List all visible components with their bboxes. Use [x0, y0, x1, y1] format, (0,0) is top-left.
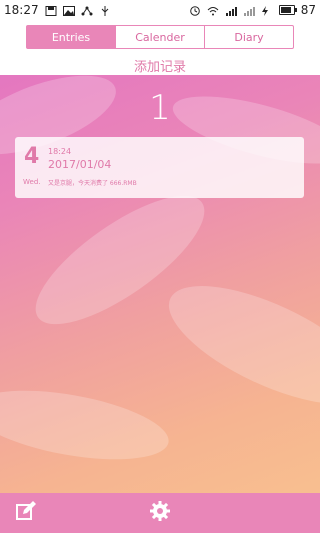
add-record-button[interactable]: 添加记录 — [0, 56, 320, 75]
entry-date: 2017/01/04 — [48, 158, 112, 171]
entries-count: 1 — [149, 88, 171, 128]
settings-button[interactable] — [148, 501, 172, 525]
alarm-icon — [189, 5, 201, 16]
image-icon — [62, 5, 75, 16]
tab-entries[interactable]: Entries — [27, 26, 116, 48]
status-bar: 18:27 87 — [0, 0, 320, 20]
share-icon — [81, 5, 93, 16]
edit-button[interactable] — [14, 501, 38, 525]
entry-day: 4 — [24, 144, 40, 169]
save-icon — [45, 5, 57, 16]
signal-icon-2 — [243, 5, 255, 16]
edit-icon — [15, 500, 37, 526]
battery-icon — [278, 5, 297, 15]
status-bar-left: 18:27 — [4, 3, 111, 17]
tab-calender[interactable]: Calender — [116, 26, 205, 48]
charging-icon — [261, 5, 273, 16]
entry-note: 又是京腿，今天消费了 666.RMB — [48, 180, 137, 187]
entry-card[interactable]: 4 18:24 2017/01/04 Wed. 又是京腿，今天消费了 666.R… — [15, 137, 304, 198]
entry-time: 18:24 — [48, 147, 72, 156]
wifi-icon — [207, 5, 219, 16]
battery-percent: 87 — [300, 3, 316, 17]
bottom-bar — [0, 493, 320, 533]
feather-decoration — [153, 262, 320, 428]
tab-diary[interactable]: Diary — [205, 26, 293, 48]
status-time: 18:27 — [4, 3, 39, 17]
tab-bar: Entries Calender Diary — [26, 25, 294, 49]
usb-icon — [99, 5, 111, 16]
status-bar-right: 87 — [189, 3, 316, 17]
signal-icon — [225, 5, 237, 16]
feather-decoration — [0, 378, 174, 472]
settings-gear-icon — [149, 500, 171, 526]
entry-weekday: Wed. — [23, 178, 41, 186]
